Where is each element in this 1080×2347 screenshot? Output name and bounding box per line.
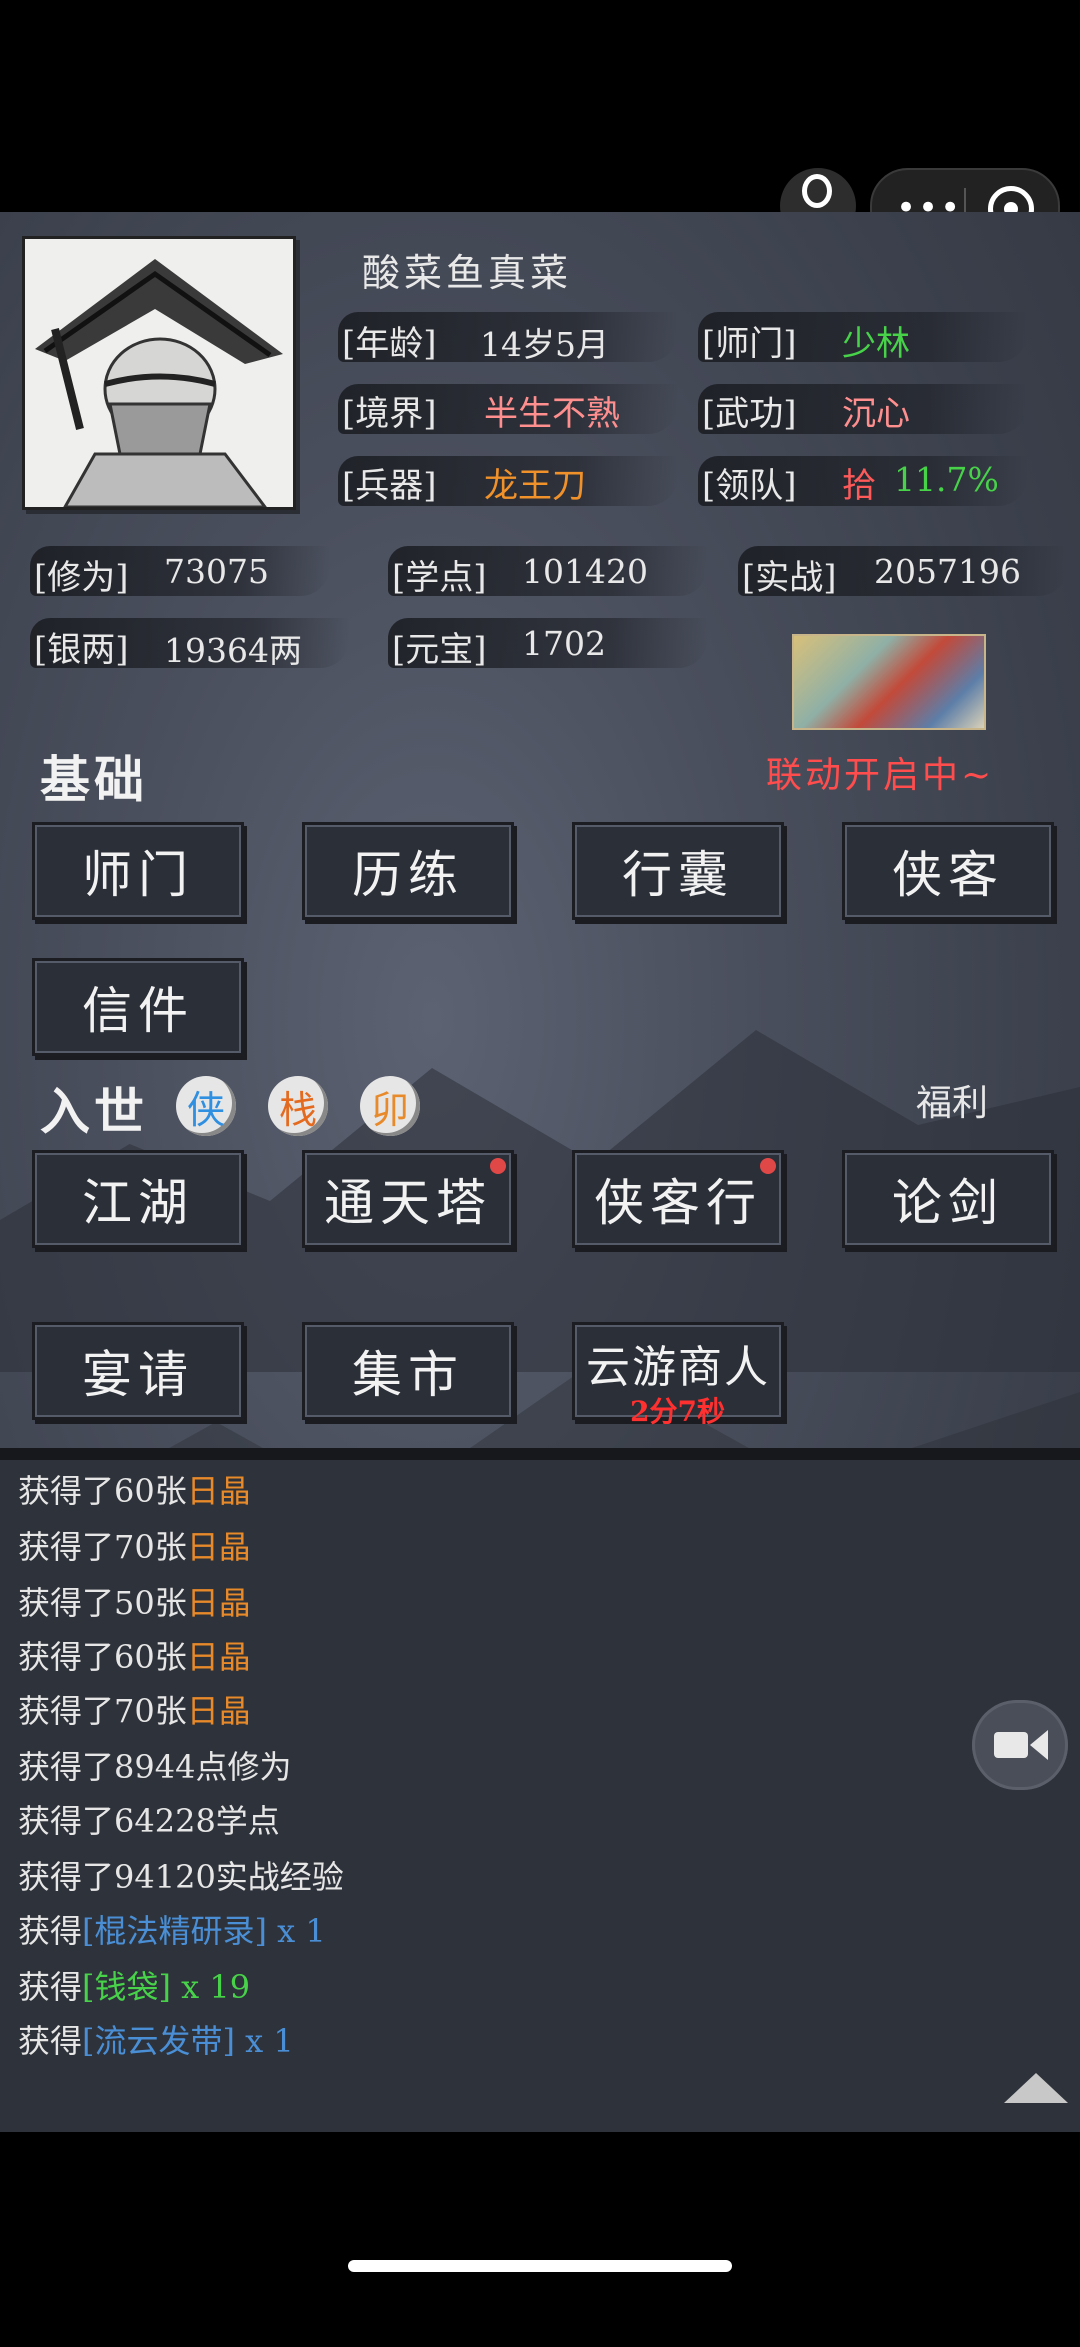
- heroes-button[interactable]: 侠客: [842, 822, 1054, 920]
- bottom-area: [0, 2132, 1080, 2347]
- ingot-value: 1702: [522, 624, 606, 663]
- realm-label: [境界]: [342, 394, 437, 434]
- log-line: 获得[流云发带] x 1: [18, 2022, 294, 2060]
- hero-badge[interactable]: 侠: [176, 1076, 236, 1136]
- tower-button[interactable]: 通天塔: [302, 1150, 514, 1248]
- training-button[interactable]: 历练: [302, 822, 514, 920]
- log-line: 获得[棍法精研录] x 1: [18, 1912, 326, 1950]
- event-banner-image[interactable]: [792, 634, 986, 730]
- camera-icon[interactable]: [972, 1700, 1068, 1790]
- world-title: 入世: [40, 1082, 148, 1141]
- log-line: 获得[钱袋] x 19: [18, 1968, 251, 2006]
- silver-label: [银两]: [34, 630, 129, 670]
- age-value: 14岁5月: [480, 325, 609, 364]
- merchant-timer: 2分7秒: [630, 1395, 725, 1428]
- ingot-label: [元宝]: [392, 630, 487, 670]
- sect-button[interactable]: 师门: [32, 822, 244, 920]
- hero-journey-button[interactable]: 侠客行: [572, 1150, 784, 1248]
- player-avatar[interactable]: [22, 236, 296, 510]
- log-line: 获得了70张日晶: [18, 1528, 251, 1566]
- log-line: 获得了64228学点: [18, 1802, 280, 1840]
- sect-label: [师门]: [702, 324, 797, 364]
- home-indicator[interactable]: [348, 2260, 732, 2272]
- log-line: 获得了60张日晶: [18, 1638, 251, 1676]
- combat-value: 2057196: [874, 552, 1021, 591]
- welfare-link[interactable]: 福利: [916, 1074, 988, 1126]
- jianghu-button[interactable]: 江湖: [32, 1150, 244, 1248]
- sect-value: 少林: [842, 324, 910, 364]
- log-line: 获得了50张日晶: [18, 1584, 251, 1622]
- study-label: [学点]: [392, 558, 487, 598]
- divider: [0, 1448, 1080, 1460]
- log-line: 获得了94120实战经验: [18, 1858, 344, 1896]
- mao-badge[interactable]: 卯: [360, 1076, 420, 1136]
- bag-button[interactable]: 行囊: [572, 822, 784, 920]
- age-label: [年龄]: [342, 324, 437, 364]
- log-line: 获得了60张日晶: [18, 1472, 251, 1510]
- realm-value: 半生不熟: [484, 394, 620, 434]
- log-line: 获得了8944点修为: [18, 1748, 292, 1786]
- basics-title: 基础: [40, 750, 148, 809]
- market-button[interactable]: 集市: [302, 1322, 514, 1420]
- study-value: 101420: [522, 552, 648, 591]
- team-value: 11.7%: [894, 460, 999, 499]
- combat-label: [实战]: [742, 558, 837, 598]
- skill-value: 沉心: [842, 394, 910, 434]
- inn-badge[interactable]: 栈: [268, 1076, 328, 1136]
- player-name: 酸菜鱼真菜: [362, 251, 573, 295]
- scroll-top-icon[interactable]: [1004, 2073, 1068, 2103]
- skill-label: [武功]: [702, 394, 797, 434]
- tower-notification-dot: [490, 1158, 506, 1174]
- silver-value: 19364两: [164, 631, 302, 670]
- weapon-value: 龙王刀: [484, 466, 586, 506]
- cultivation-value: 73075: [164, 552, 269, 591]
- banquet-button[interactable]: 宴请: [32, 1322, 244, 1420]
- cultivation-label: [修为]: [34, 558, 129, 598]
- team-label: [领队]: [702, 466, 797, 506]
- journey-notification-dot: [760, 1158, 776, 1174]
- event-link[interactable]: 联动开启中~: [766, 746, 994, 798]
- duel-button[interactable]: 论剑: [842, 1150, 1054, 1248]
- weapon-label: [兵器]: [342, 466, 437, 506]
- team-member: 拾: [842, 466, 876, 506]
- mail-button[interactable]: 信件: [32, 958, 244, 1056]
- log-line: 获得了70张日晶: [18, 1692, 251, 1730]
